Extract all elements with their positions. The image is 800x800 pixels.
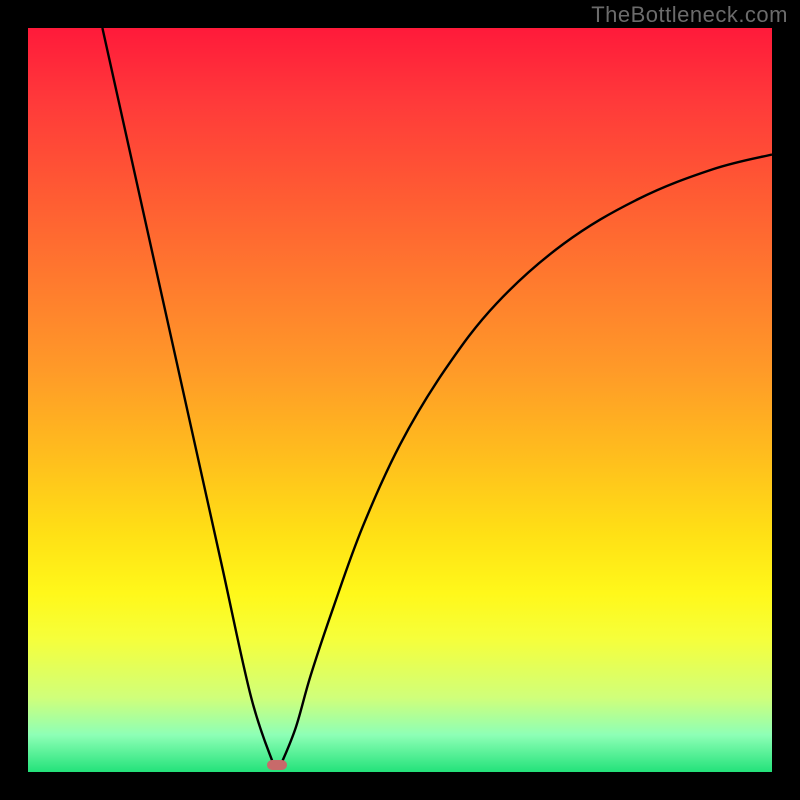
optimal-point-marker [267, 760, 287, 770]
curve-left-branch [102, 28, 273, 765]
bottleneck-curve [28, 28, 772, 772]
chart-frame: TheBottleneck.com [0, 0, 800, 800]
curve-right-branch [281, 154, 772, 764]
plot-area [28, 28, 772, 772]
watermark-text: TheBottleneck.com [591, 2, 788, 28]
